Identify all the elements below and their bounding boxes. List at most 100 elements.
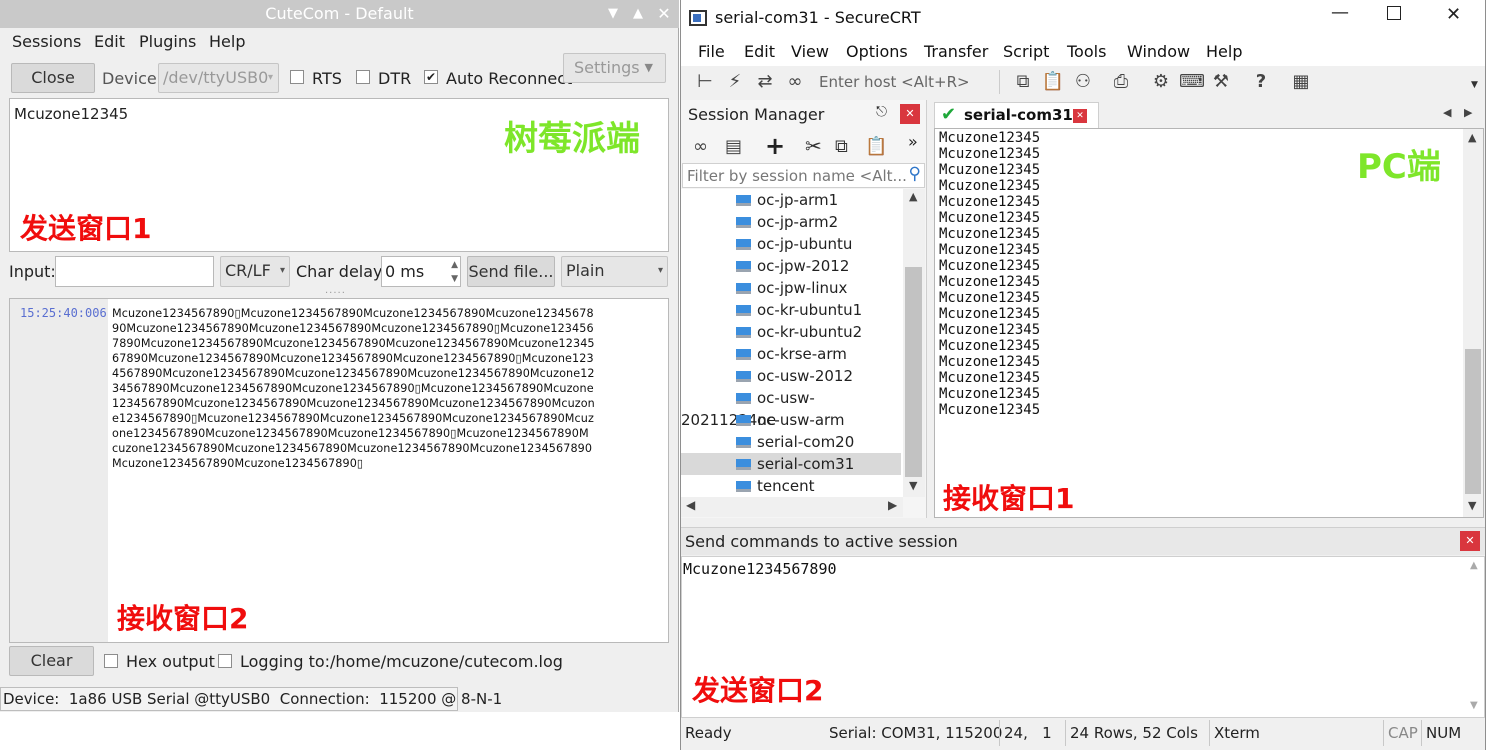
terminal-scroll-thumb[interactable] [1465, 349, 1481, 494]
session-item[interactable]: oc-usw-20211224ne [681, 387, 901, 429]
char-delay-spinbox[interactable]: 0 ms ▲ ▼ [381, 256, 461, 287]
logging-checkbox[interactable] [218, 654, 232, 668]
window-icon[interactable]: ▤ [725, 136, 742, 157]
minimize-icon[interactable]: — [1331, 2, 1349, 23]
menu-script[interactable]: Script [1003, 42, 1049, 61]
connect-tree-icon[interactable]: ⊢ [693, 70, 717, 94]
tree-scroll-thumb[interactable] [905, 267, 922, 477]
auto-reconnect-checkbox[interactable]: ✔ [424, 70, 438, 84]
tree-hscrollbar[interactable]: ◀ ▶ [681, 497, 903, 517]
quick-connect-icon[interactable]: ⚡ [723, 70, 747, 94]
command-scrollbar[interactable]: ▲ ▼ [1466, 557, 1484, 717]
line-end-combo[interactable]: CR/LF ▾ [220, 256, 290, 287]
input-field[interactable] [55, 256, 214, 287]
command-input-area[interactable]: Mcuzone1234567890 发送窗口2 ▲ ▼ [681, 556, 1485, 718]
close-tab-icon[interactable]: ✕ [1073, 109, 1087, 123]
close-icon[interactable]: ✕ [1446, 4, 1461, 25]
session-item[interactable]: oc-kr-ubuntu2 [681, 321, 901, 343]
dtr-checkbox[interactable] [356, 70, 370, 84]
chevron-down-icon[interactable]: ▼ [1471, 80, 1478, 90]
spin-down-icon[interactable]: ▼ [451, 265, 458, 294]
scroll-up-icon[interactable]: ▲ [1468, 131, 1476, 144]
monitor-icon [736, 217, 751, 228]
paste-icon[interactable]: 📋 [865, 136, 887, 157]
add-session-icon[interactable]: + [765, 132, 785, 160]
menu-window[interactable]: Window [1127, 42, 1190, 61]
gear-icon[interactable]: ⚙ [1149, 70, 1173, 94]
enter-host-input[interactable]: Enter host <Alt+R> [819, 73, 970, 91]
status-bar: Device: 1a86 USB Serial @ttyUSB0 Connect… [0, 687, 502, 711]
disconnect-icon[interactable]: ∞ [783, 70, 807, 94]
scroll-down-icon[interactable]: ▼ [1468, 499, 1476, 512]
key-icon[interactable]: ⚒ [1209, 70, 1233, 94]
session-item[interactable]: oc-jp-ubuntu [681, 233, 901, 255]
session-filter-input[interactable]: Filter by session name <Alt... ⚲ [682, 163, 925, 188]
session-item[interactable]: oc-jp-arm1 [681, 189, 901, 211]
close-button[interactable]: Close [11, 63, 95, 93]
session-item[interactable]: oc-jpw-2012 [681, 255, 901, 277]
pin-icon[interactable]: ⎋ [876, 104, 887, 120]
find-icon[interactable]: ⚇ [1071, 70, 1095, 94]
menu-help[interactable]: Help [209, 32, 245, 51]
device-combo[interactable]: /dev/ttyUSB0 ▾ [158, 63, 279, 93]
session-item[interactable]: tencent [681, 475, 901, 497]
tab-scroll-right-icon[interactable]: ▶ [1464, 106, 1472, 119]
menu-plugins[interactable]: Plugins [139, 32, 196, 51]
terminal-scrollbar[interactable]: ▲ ▼ [1463, 129, 1483, 517]
scroll-down-icon[interactable]: ▼ [909, 479, 917, 492]
terminal-area[interactable]: Mcuzone12345 Mcuzone12345 Mcuzone12345 Mcuz… [934, 128, 1484, 518]
scroll-left-icon[interactable]: ◀ [686, 498, 695, 512]
session-item[interactable]: oc-usw-arm [681, 409, 901, 431]
menu-edit[interactable]: Edit [744, 42, 775, 61]
link-icon[interactable]: ∞ [693, 136, 708, 157]
close-send-commands-button[interactable]: ✕ [1460, 531, 1480, 551]
send-file-button[interactable]: Send file... [467, 256, 555, 287]
close-session-manager-button[interactable]: ✕ [900, 104, 920, 124]
reconnect-icon[interactable]: ⇄ [753, 70, 777, 94]
minimize-icon[interactable]: ▼ [604, 5, 622, 23]
keymap-icon[interactable]: ⌨ [1179, 70, 1205, 94]
session-item[interactable]: oc-usw-2012 [681, 365, 901, 387]
rts-checkbox[interactable] [290, 70, 304, 84]
maximize-icon[interactable] [1387, 6, 1401, 20]
tree-scrollbar[interactable]: ▲ ▼ [903, 189, 925, 497]
settings-button[interactable]: Settings ▼ [563, 53, 666, 83]
more-icon[interactable]: » [908, 132, 918, 151]
menu-file[interactable]: File [698, 42, 725, 61]
send-textarea[interactable]: Mcuzone12345 树莓派端 发送窗口1 [9, 98, 669, 252]
help-icon[interactable]: ? [1249, 70, 1273, 94]
menu-tools[interactable]: Tools [1067, 42, 1106, 61]
menu-help[interactable]: Help [1206, 42, 1242, 61]
scroll-down-icon[interactable]: ▼ [1470, 700, 1478, 711]
session-item[interactable]: serial-com20 [681, 431, 901, 453]
session-item[interactable]: oc-kr-ubuntu1 [681, 299, 901, 321]
close-icon[interactable]: ✕ [655, 5, 673, 23]
session-item[interactable]: oc-krse-arm [681, 343, 901, 365]
maximize-icon[interactable]: ▲ [629, 5, 647, 23]
copy-icon[interactable]: ⧉ [835, 136, 848, 157]
session-item[interactable]: serial-com31 [681, 453, 901, 475]
scroll-up-icon[interactable]: ▲ [1470, 560, 1478, 571]
menu-view[interactable]: View [791, 42, 829, 61]
session-options-icon[interactable]: ▦ [1289, 70, 1313, 94]
print-icon[interactable]: ⎙ [1109, 70, 1133, 94]
copy-icon[interactable]: ⧉ [1011, 70, 1035, 94]
paste-icon[interactable]: 📋 [1041, 70, 1065, 94]
send-text: Mcuzone12345 [14, 105, 129, 123]
scroll-up-icon[interactable]: ▲ [909, 190, 917, 203]
format-combo[interactable]: Plain ▾ [561, 256, 668, 287]
receive-area[interactable]: 15:25:40:006 Mcuzone1234567890▯Mcuzone12… [9, 298, 669, 643]
tab-scroll-left-icon[interactable]: ◀ [1443, 106, 1451, 119]
menu-sessions[interactable]: Sessions [12, 32, 81, 51]
clear-button[interactable]: Clear [9, 646, 94, 676]
scroll-right-icon[interactable]: ▶ [888, 498, 897, 512]
menu-transfer[interactable]: Transfer [924, 42, 988, 61]
cut-icon[interactable]: ✂ [805, 134, 822, 158]
session-item[interactable]: oc-jp-arm2 [681, 211, 901, 233]
hex-output-checkbox[interactable] [104, 654, 118, 668]
monitor-icon [736, 349, 751, 360]
menu-options[interactable]: Options [846, 42, 908, 61]
tab-serial-com31[interactable]: ✔ serial-com31 ✕ [934, 102, 1099, 128]
session-item[interactable]: oc-jpw-linux [681, 277, 901, 299]
menu-edit[interactable]: Edit [94, 32, 125, 51]
